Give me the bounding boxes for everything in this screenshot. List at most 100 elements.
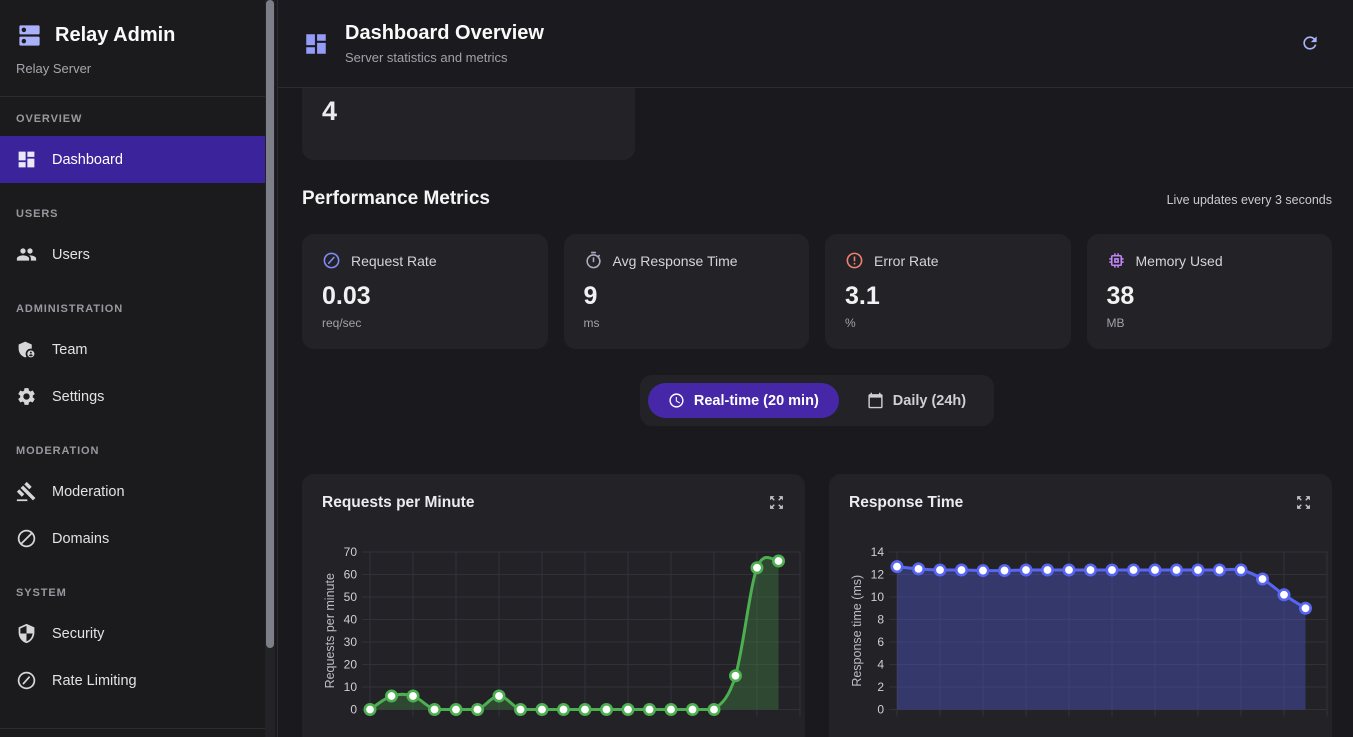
sidebar-item-rate-limiting[interactable]: Rate Limiting <box>0 657 265 704</box>
response-chart-canvas: 0 2 4 6 8 10 12 14 Response time (ms) <box>849 522 1332 732</box>
stopwatch-icon <box>584 251 603 270</box>
sidebar-item-settings[interactable]: Settings <box>0 373 265 420</box>
expand-arrows-icon <box>768 494 785 511</box>
requests-chart-canvas: 010203040506070Requests per minute <box>322 522 805 732</box>
svg-text:12: 12 <box>871 568 885 582</box>
section-label-moderation: MODERATION <box>0 420 265 468</box>
gavel-icon <box>16 481 37 502</box>
shield-icon <box>16 623 37 644</box>
svg-text:20: 20 <box>344 658 358 672</box>
stat-card-avg-response-time: Avg Response Time 9 ms <box>564 234 810 349</box>
sidebar-scrollbar-track[interactable] <box>265 0 275 737</box>
speedometer-icon <box>16 670 37 691</box>
main-area: Dashboard Overview Server statistics and… <box>278 0 1353 737</box>
section-label-administration: ADMINISTRATION <box>0 278 265 326</box>
sidebar-item-label: Moderation <box>52 484 125 500</box>
sidebar-footer-divider <box>0 728 265 729</box>
content-area: 4 Performance Metrics Live updates every… <box>278 88 1353 737</box>
sidebar-header: Relay Admin Relay Server <box>0 0 265 76</box>
stat-unit: % <box>845 316 1051 330</box>
stat-card-memory-used: Memory Used 38 MB <box>1087 234 1333 349</box>
sidebar-item-label: Security <box>52 626 104 642</box>
stat-unit: ms <box>584 316 790 330</box>
sidebar-item-label: Dashboard <box>52 152 123 168</box>
app-subtitle: Relay Server <box>16 61 249 76</box>
svg-text:70: 70 <box>344 545 358 559</box>
charts-row: Requests per Minute 010203040506070Reque… <box>302 474 1332 737</box>
stat-value: 9 <box>584 282 790 311</box>
svg-text:10: 10 <box>871 590 885 604</box>
requests-per-minute-chart-card: Requests per Minute 010203040506070Reque… <box>302 474 805 737</box>
stat-label: Avg Response Time <box>613 253 738 269</box>
app-title: Relay Admin <box>55 24 175 47</box>
blocked-circle-icon <box>16 528 37 549</box>
dashboard-icon <box>16 149 37 170</box>
memory-chip-icon <box>1107 251 1126 270</box>
relay-logo-icon <box>16 22 43 49</box>
response-time-chart-card: Response Time 0 2 4 6 8 10 12 14 Response time (… <box>829 474 1332 737</box>
svg-text:10: 10 <box>344 680 358 694</box>
toggle-daily-button[interactable]: Daily (24h) <box>847 383 986 418</box>
gear-icon <box>16 386 37 407</box>
stat-label: Error Rate <box>874 253 939 269</box>
stat-card-error-rate: Error Rate 3.1 % <box>825 234 1071 349</box>
page-title: Dashboard Overview <box>345 22 544 45</box>
clock-icon <box>668 392 685 409</box>
svg-text:8: 8 <box>877 613 884 627</box>
stat-value: 3.1 <box>845 282 1051 311</box>
chart-title: Response Time <box>849 494 963 512</box>
partial-stat-value: 4 <box>322 96 615 127</box>
svg-text:Requests per minute: Requests per minute <box>323 573 337 688</box>
calendar-icon <box>867 392 884 409</box>
toggle-realtime-label: Real-time (20 min) <box>694 393 819 409</box>
sidebar-item-domains[interactable]: Domains <box>0 515 265 562</box>
svg-text:30: 30 <box>344 635 358 649</box>
partial-stat-card: 4 <box>302 88 635 160</box>
metric-cards-row: Request Rate 0.03 req/sec Avg Response T… <box>302 234 1332 349</box>
sidebar-nav: OVERVIEW Dashboard USERS Users ADMINISTR… <box>0 97 265 704</box>
svg-text:14: 14 <box>871 545 885 559</box>
sidebar-item-team[interactable]: Team <box>0 326 265 373</box>
section-label-overview: OVERVIEW <box>0 97 265 136</box>
sidebar: Relay Admin Relay Server OVERVIEW Dashbo… <box>0 0 278 737</box>
sidebar-item-moderation[interactable]: Moderation <box>0 468 265 515</box>
svg-text:Response time (ms): Response time (ms) <box>850 575 864 687</box>
stat-value: 0.03 <box>322 282 528 311</box>
page-subtitle: Server statistics and metrics <box>345 50 544 65</box>
sidebar-item-label: Domains <box>52 531 109 547</box>
time-range-toggle: Real-time (20 min) Daily (24h) <box>640 375 994 426</box>
expand-chart-button[interactable] <box>767 494 785 512</box>
team-shield-icon <box>16 339 37 360</box>
stat-label: Memory Used <box>1136 253 1223 269</box>
alert-circle-icon <box>845 251 864 270</box>
expand-chart-button[interactable] <box>1294 494 1312 512</box>
sidebar-item-users[interactable]: Users <box>0 231 265 278</box>
sidebar-item-label: Users <box>52 247 90 263</box>
speedometer-icon <box>322 251 341 270</box>
stat-unit: req/sec <box>322 316 528 330</box>
refresh-icon <box>1300 33 1320 53</box>
toggle-daily-label: Daily (24h) <box>893 393 966 409</box>
svg-text:60: 60 <box>344 568 358 582</box>
section-label-system: SYSTEM <box>0 562 265 610</box>
page-header: Dashboard Overview Server statistics and… <box>278 0 1353 88</box>
toggle-realtime-button[interactable]: Real-time (20 min) <box>648 383 839 418</box>
stat-label: Request Rate <box>351 253 437 269</box>
dashboard-grid-icon <box>303 31 329 57</box>
svg-text:0: 0 <box>877 703 884 717</box>
svg-text:6: 6 <box>877 635 884 649</box>
sidebar-item-security[interactable]: Security <box>0 610 265 657</box>
svg-text:2: 2 <box>877 680 884 694</box>
expand-arrows-icon <box>1295 494 1312 511</box>
refresh-button[interactable] <box>1299 33 1321 55</box>
svg-text:40: 40 <box>344 613 358 627</box>
metrics-heading: Performance Metrics <box>302 188 490 210</box>
chart-title: Requests per Minute <box>322 494 474 512</box>
svg-text:4: 4 <box>877 658 884 672</box>
stat-unit: MB <box>1107 316 1313 330</box>
sidebar-item-dashboard[interactable]: Dashboard <box>0 136 265 183</box>
sidebar-item-label: Rate Limiting <box>52 673 137 689</box>
sidebar-item-label: Team <box>52 342 87 358</box>
stat-card-request-rate: Request Rate 0.03 req/sec <box>302 234 548 349</box>
sidebar-scrollbar-thumb[interactable] <box>266 0 274 648</box>
